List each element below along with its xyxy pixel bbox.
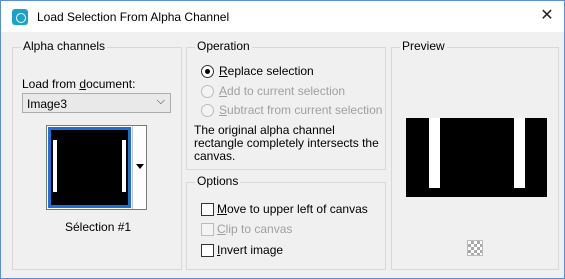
checkbox-clip-to-canvas: Clip to canvas — [201, 222, 381, 238]
checkbox-invert-image[interactable]: Invert image — [201, 243, 381, 259]
thumbnail-dropdown-arrow-icon[interactable] — [132, 126, 146, 209]
window-title: Load Selection From Alpha Channel — [37, 10, 230, 24]
selection-name-label: Sélection #1 — [65, 220, 132, 234]
load-from-document-label: Load from document: — [22, 77, 136, 91]
preview-title: Preview — [400, 39, 447, 53]
checkbox-clip-label: Clip to canvas — [217, 222, 293, 236]
checkerboard-icon[interactable] — [467, 240, 483, 256]
thumbnail-white-bar-right — [122, 140, 126, 192]
radio-add-to-selection: Add to current selection — [201, 84, 381, 100]
selection-thumbnail[interactable] — [48, 127, 131, 208]
thumbnail-white-bar-left — [53, 140, 57, 192]
selection-thumbnail-picker[interactable] — [46, 125, 147, 210]
operation-description: The original alpha channel rectangle com… — [194, 123, 379, 163]
checkbox-invert-box[interactable] — [201, 244, 214, 257]
radio-replace-dot[interactable] — [201, 65, 214, 78]
radio-replace-selection[interactable]: Replace selection — [201, 64, 381, 80]
preview-white-bar-right — [514, 118, 525, 188]
dialog-window: Load Selection From Alpha Channel ✕ Alph… — [0, 0, 565, 279]
alpha-channels-title: Alpha channels — [21, 39, 108, 53]
radio-subtract-from-selection: Subtract from current selection — [201, 103, 383, 119]
radio-subtract-label: Subtract from current selection — [219, 103, 383, 117]
checkbox-move-box[interactable] — [201, 203, 214, 216]
preview-canvas — [406, 118, 547, 197]
radio-add-label: Add to current selection — [219, 84, 346, 98]
checkbox-clip-box — [201, 223, 214, 236]
radio-add-dot — [201, 85, 214, 98]
title-bar[interactable]: Load Selection From Alpha Channel ✕ — [1, 1, 564, 32]
document-dropdown[interactable]: Image3 ⌵ — [22, 93, 171, 113]
checkbox-move-label: Move to upper left of canvas — [217, 202, 368, 216]
checkbox-invert-label: Invert image — [217, 243, 284, 257]
operation-title: Operation — [195, 39, 252, 53]
chevron-down-icon: ⌵ — [156, 95, 165, 107]
preview-white-bar-left — [429, 118, 440, 188]
options-title: Options — [195, 174, 241, 188]
checkbox-move-to-upper-left[interactable]: Move to upper left of canvas — [201, 202, 381, 218]
document-dropdown-value: Image3 — [27, 97, 68, 111]
radio-replace-label: Replace selection — [219, 64, 314, 78]
app-icon — [12, 9, 28, 25]
close-button[interactable]: ✕ — [536, 5, 558, 27]
radio-subtract-dot — [201, 104, 214, 117]
